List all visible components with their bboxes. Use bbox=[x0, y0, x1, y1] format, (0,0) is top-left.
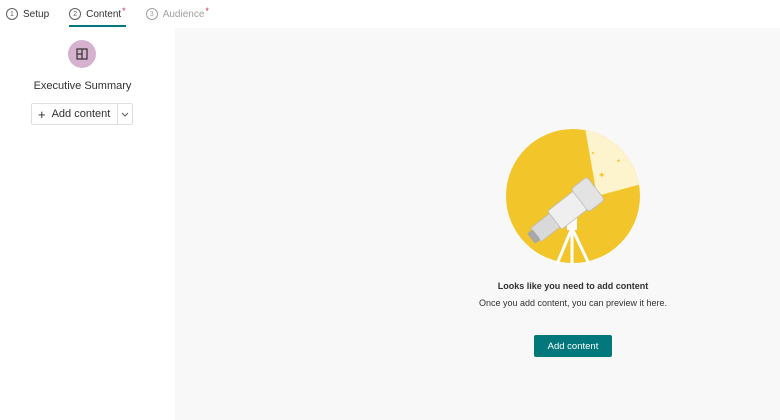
preview-pane: ✦ ✦ Looks like you need to add content O… bbox=[175, 28, 780, 420]
step-audience[interactable]: 3 Audience * bbox=[145, 0, 209, 28]
section-title: Executive Summary bbox=[33, 80, 132, 92]
step-content[interactable]: 2 Content * bbox=[69, 0, 126, 28]
step-label: Content bbox=[86, 8, 122, 20]
required-indicator: * bbox=[205, 6, 209, 16]
step-setup[interactable]: 1 Setup bbox=[6, 0, 49, 28]
empty-state-title: Looks like you need to add content bbox=[497, 281, 649, 291]
section-avatar bbox=[68, 40, 96, 68]
step-number: 2 bbox=[69, 8, 82, 20]
step-number: 3 bbox=[145, 8, 158, 20]
sections-icon bbox=[76, 48, 88, 60]
add-content-primary-button[interactable]: Add content bbox=[534, 335, 612, 357]
required-indicator: * bbox=[122, 6, 126, 16]
add-content-button[interactable]: + Add content bbox=[32, 104, 117, 124]
section-list-pane: Executive Summary + Add content bbox=[0, 28, 175, 420]
step-label: Setup bbox=[23, 8, 50, 20]
stepper-tabs: 1 Setup 2 Content * 3 Audience * bbox=[0, 0, 780, 28]
empty-state-subtitle: Once you add content, you can preview it… bbox=[478, 298, 668, 308]
chevron-down-icon bbox=[121, 112, 129, 117]
plus-icon: + bbox=[38, 106, 46, 122]
step-number: 1 bbox=[6, 8, 18, 20]
telescope-illustration: ✦ ✦ bbox=[506, 129, 640, 264]
step-label: Audience bbox=[162, 8, 205, 20]
svg-text:✦: ✦ bbox=[616, 158, 621, 165]
add-content-split-button: + Add content bbox=[31, 103, 133, 125]
svg-text:✦: ✦ bbox=[598, 171, 606, 181]
add-content-menu-button[interactable] bbox=[117, 104, 132, 124]
add-content-label: Add content bbox=[51, 108, 111, 120]
